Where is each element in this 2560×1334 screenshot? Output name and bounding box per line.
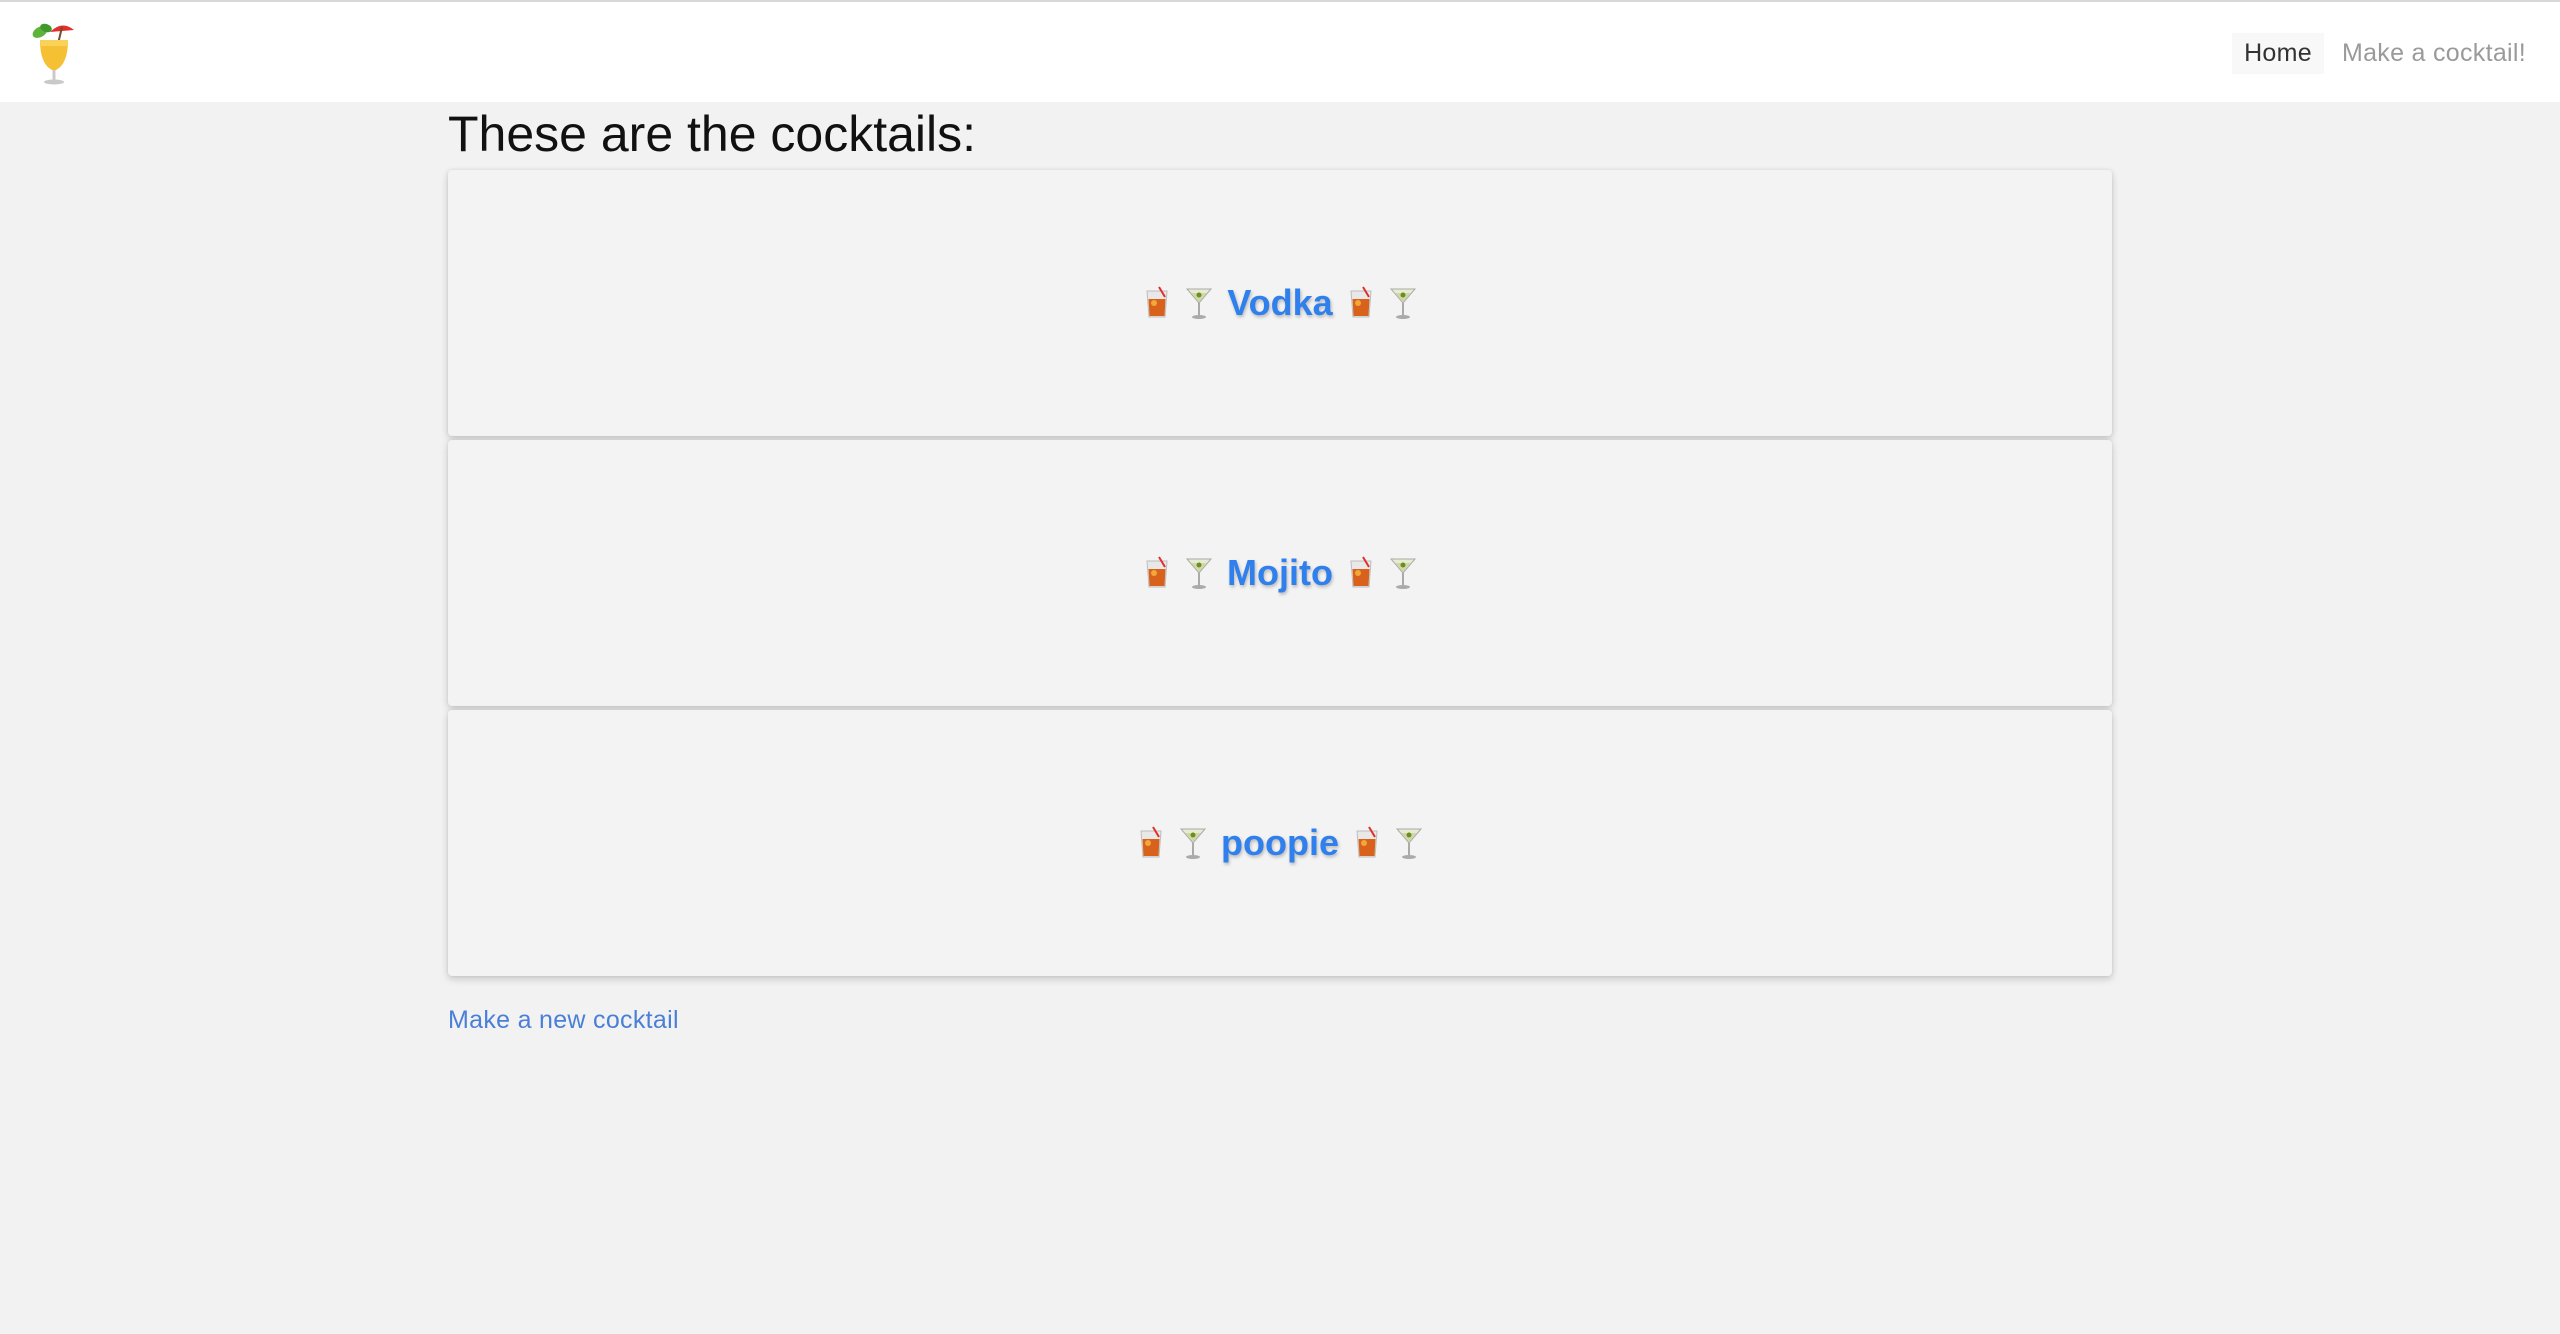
make-new-cocktail-link[interactable]: Make a new cocktail (448, 1006, 679, 1035)
cocktail-card: Vodka (448, 170, 2112, 436)
martini-glass-icon (1395, 828, 1423, 859)
tropical-drink-icon (32, 23, 74, 85)
tumbler-glass-icon (1350, 556, 1372, 588)
tumbler-glass-icon (1356, 826, 1378, 858)
nav-make-cocktail-link[interactable]: Make a cocktail! (2330, 33, 2538, 74)
martini-glass-icon (1389, 558, 1417, 589)
martini-glass-icon (1179, 828, 1207, 859)
navbar: Home Make a cocktail! (0, 2, 2560, 102)
tumbler-glass-icon (1140, 826, 1162, 858)
martini-glass-icon (1389, 288, 1416, 319)
nav-home-link[interactable]: Home (2232, 32, 2324, 74)
cocktail-card: Mojito (448, 440, 2112, 706)
tumbler-glass-icon (1146, 286, 1168, 318)
page-title: These are the cocktails: (448, 106, 977, 162)
cocktail-list: Vodka Mojito poopie (448, 170, 2112, 980)
cocktail-card: poopie (448, 710, 2112, 976)
cocktail-link[interactable]: Mojito (1227, 552, 1333, 594)
tumbler-glass-icon (1350, 286, 1372, 318)
cocktail-link[interactable]: poopie (1221, 822, 1339, 864)
cocktail-link[interactable]: Vodka (1227, 282, 1332, 324)
tumbler-glass-icon (1146, 556, 1168, 588)
nav-links: Home Make a cocktail! (2232, 30, 2538, 76)
brand-logo-link[interactable] (28, 18, 80, 86)
martini-glass-icon (1185, 558, 1213, 589)
martini-glass-icon (1186, 288, 1213, 319)
